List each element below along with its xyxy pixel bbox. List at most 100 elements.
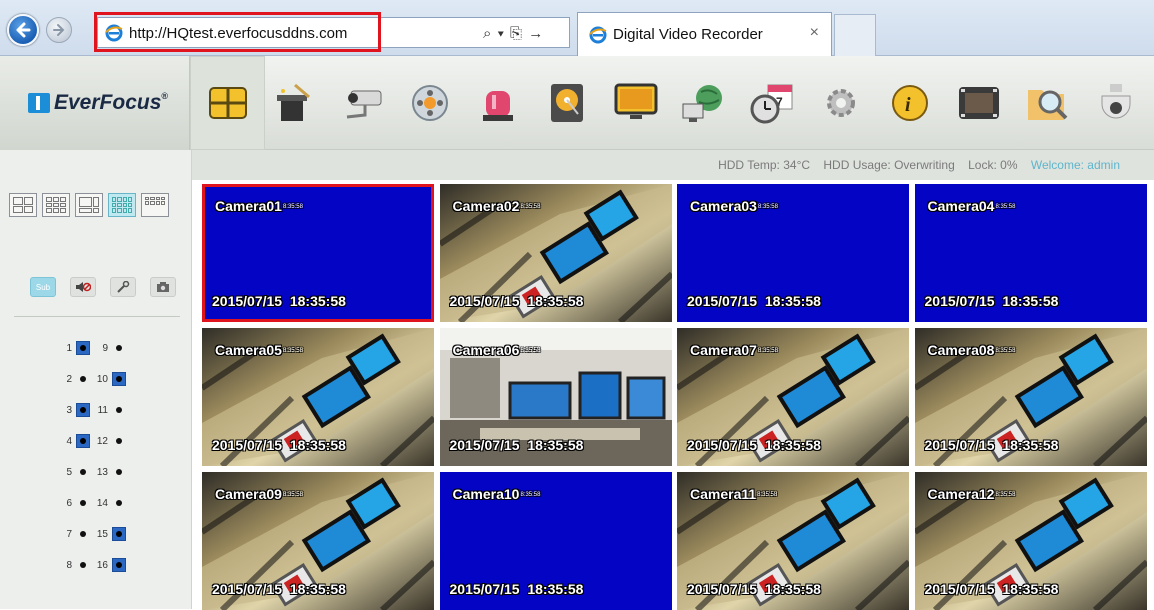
layout-9-button[interactable] (42, 193, 70, 217)
display-button[interactable] (607, 74, 665, 132)
channel-toggle-14[interactable]: 14 (94, 495, 126, 511)
search-icon (1024, 82, 1070, 124)
channel-toggle-7[interactable]: 7 (58, 526, 90, 542)
channel-toggle-15[interactable]: 15 (94, 526, 126, 542)
camera-timestamp: 2015/07/15 18:35:58 (924, 581, 1059, 597)
sub-stream-button[interactable]: Sub (30, 277, 56, 297)
network-button[interactable] (675, 74, 733, 132)
camera-button[interactable] (332, 74, 390, 132)
status-text: HDD Temp: 34°C HDD Usage: Overwriting Lo… (718, 158, 1120, 172)
camera-tile-10[interactable]: Camera108:35:58 2015/07/15 18:35:58 (439, 472, 672, 610)
alarm-icon (480, 83, 516, 123)
forward-button[interactable] (46, 17, 72, 43)
camera-tile-12[interactable]: Camera128:35:58 2015/07/15 18:35:58 (914, 472, 1147, 610)
svg-text:i: i (905, 94, 911, 116)
channel-status-icon (112, 434, 126, 448)
view-controls: Sub (30, 277, 176, 297)
channel-toggle-4[interactable]: 4 (58, 433, 90, 449)
channel-status-icon (76, 465, 90, 479)
search-button[interactable] (1018, 74, 1076, 132)
close-tab-icon[interactable]: × (810, 24, 819, 42)
channel-number: 3 (66, 404, 72, 416)
channel-toggle-9[interactable]: 9 (94, 340, 126, 356)
alarm-button[interactable] (469, 74, 527, 132)
channel-toggle-2[interactable]: 2 (58, 371, 90, 387)
camera-tile-3[interactable]: Camera038:35:58 2015/07/15 18:35:58 (677, 184, 909, 322)
channel-number: 14 (96, 497, 108, 509)
camera-tile-8[interactable]: Camera088:35:58 2015/07/15 18:35:58 (914, 328, 1147, 466)
camera-tile-4[interactable]: Camera048:35:58 2015/07/15 18:35:58 (914, 184, 1147, 322)
channel-toggle-6[interactable]: 6 (58, 495, 90, 511)
channel-toggle-5[interactable]: 5 (58, 464, 90, 480)
live-view-button[interactable] (190, 56, 265, 150)
hdd-button[interactable] (538, 74, 596, 132)
layout-16-button[interactable] (141, 193, 169, 217)
camera-tile-2[interactable]: Camera028:35:58 2015/07/15 18:35:58 (439, 184, 672, 322)
grid-6-icon (79, 197, 99, 213)
grid-4-icon (13, 197, 33, 213)
camera-tile-5[interactable]: Camera058:35:58 2015/07/15 18:35:58 (202, 328, 434, 466)
wizard-button[interactable] (264, 74, 322, 132)
lock-label: Lock: (968, 158, 997, 172)
camera-tile-9[interactable]: Camera098:35:58 2015/07/15 18:35:58 (202, 472, 434, 610)
channel-toggle-12[interactable]: 12 (94, 433, 126, 449)
snapshot-button[interactable] (150, 277, 176, 297)
schedule-button[interactable]: 7 (744, 74, 802, 132)
hdd-usage-value: Overwriting (894, 158, 955, 172)
camera-tile-1[interactable]: Camera018:35:58 2015/07/15 18:35:58 (202, 184, 434, 322)
channel-toggle-1[interactable]: 1 (58, 340, 90, 356)
camera-name: Camera068:35:58 (453, 342, 541, 358)
new-tab-button[interactable] (834, 14, 876, 56)
channel-toggle-10[interactable]: 10 (94, 371, 126, 387)
layout-4-button[interactable] (9, 193, 37, 217)
settings-button[interactable] (812, 74, 870, 132)
channel-toggle-13[interactable]: 13 (94, 464, 126, 480)
camera-timestamp: 2015/07/15 18:35:58 (687, 293, 821, 309)
channel-toggle-3[interactable]: 3 (58, 402, 90, 418)
record-button[interactable] (401, 74, 459, 132)
camera-clock: 8:35:58 (520, 204, 541, 211)
layout-6-button[interactable] (75, 193, 103, 217)
channel-row: 7 15 (58, 526, 148, 557)
ptz-button[interactable] (1087, 74, 1145, 132)
camera-tile-11[interactable]: Camera118:35:58 2015/07/15 18:35:58 (677, 472, 909, 610)
mute-button[interactable] (70, 277, 96, 297)
back-button[interactable] (7, 14, 39, 46)
snapshot-icon (157, 282, 169, 292)
camera-tile-7[interactable]: Camera078:35:58 2015/07/15 18:35:58 (677, 328, 909, 466)
browser-tab[interactable]: Digital Video Recorder × (577, 12, 832, 56)
display-icon (614, 83, 658, 123)
camera-name: Camera078:35:58 (690, 342, 778, 358)
mute-icon (76, 282, 91, 292)
channel-toggle-16[interactable]: 16 (94, 557, 126, 573)
channel-toggle-8[interactable]: 8 (58, 557, 90, 573)
camera-clock: 8:35:58 (995, 204, 1016, 211)
main-toolbar: 7i (190, 56, 1154, 150)
channel-toggle-11[interactable]: 11 (94, 402, 126, 418)
channel-status-icon (112, 372, 126, 386)
channel-number: 7 (66, 528, 72, 540)
channel-row: 3 11 (58, 402, 148, 433)
playback-button[interactable] (950, 74, 1008, 132)
layout-12-button[interactable] (108, 193, 136, 217)
camera-icon (337, 85, 385, 121)
channel-status-icon (76, 341, 90, 355)
ptz-control-button[interactable] (110, 277, 136, 297)
info-button[interactable]: i (881, 74, 939, 132)
camera-label: Camera03 (690, 198, 757, 214)
camera-name: Camera018:35:58 (215, 198, 303, 214)
camera-timestamp: 2015/07/15 18:35:58 (449, 581, 584, 597)
channel-status-icon (112, 403, 126, 417)
sidebar: Sub 1 9 2 10 3 11 4 12 5 13 6 14 7 15 8 16 (0, 150, 192, 609)
hdd-temp-value: 34°C (783, 158, 811, 172)
status-bar: HDD Temp: 34°C HDD Usage: Overwriting Lo… (192, 150, 1154, 180)
camera-timestamp: 2015/07/15 18:35:58 (449, 293, 584, 309)
camera-clock: 8:35:58 (757, 348, 778, 355)
address-tools[interactable]: ⌕ ▾ ⎘ → (483, 25, 544, 42)
camera-tile-6[interactable]: Camera068:35:58 2015/07/15 18:35:58 (439, 328, 672, 466)
channel-status-icon (76, 558, 90, 572)
channel-number: 2 (66, 373, 72, 385)
info-icon: i (890, 83, 930, 123)
network-icon (681, 82, 727, 124)
camera-label: Camera10 (452, 486, 520, 502)
